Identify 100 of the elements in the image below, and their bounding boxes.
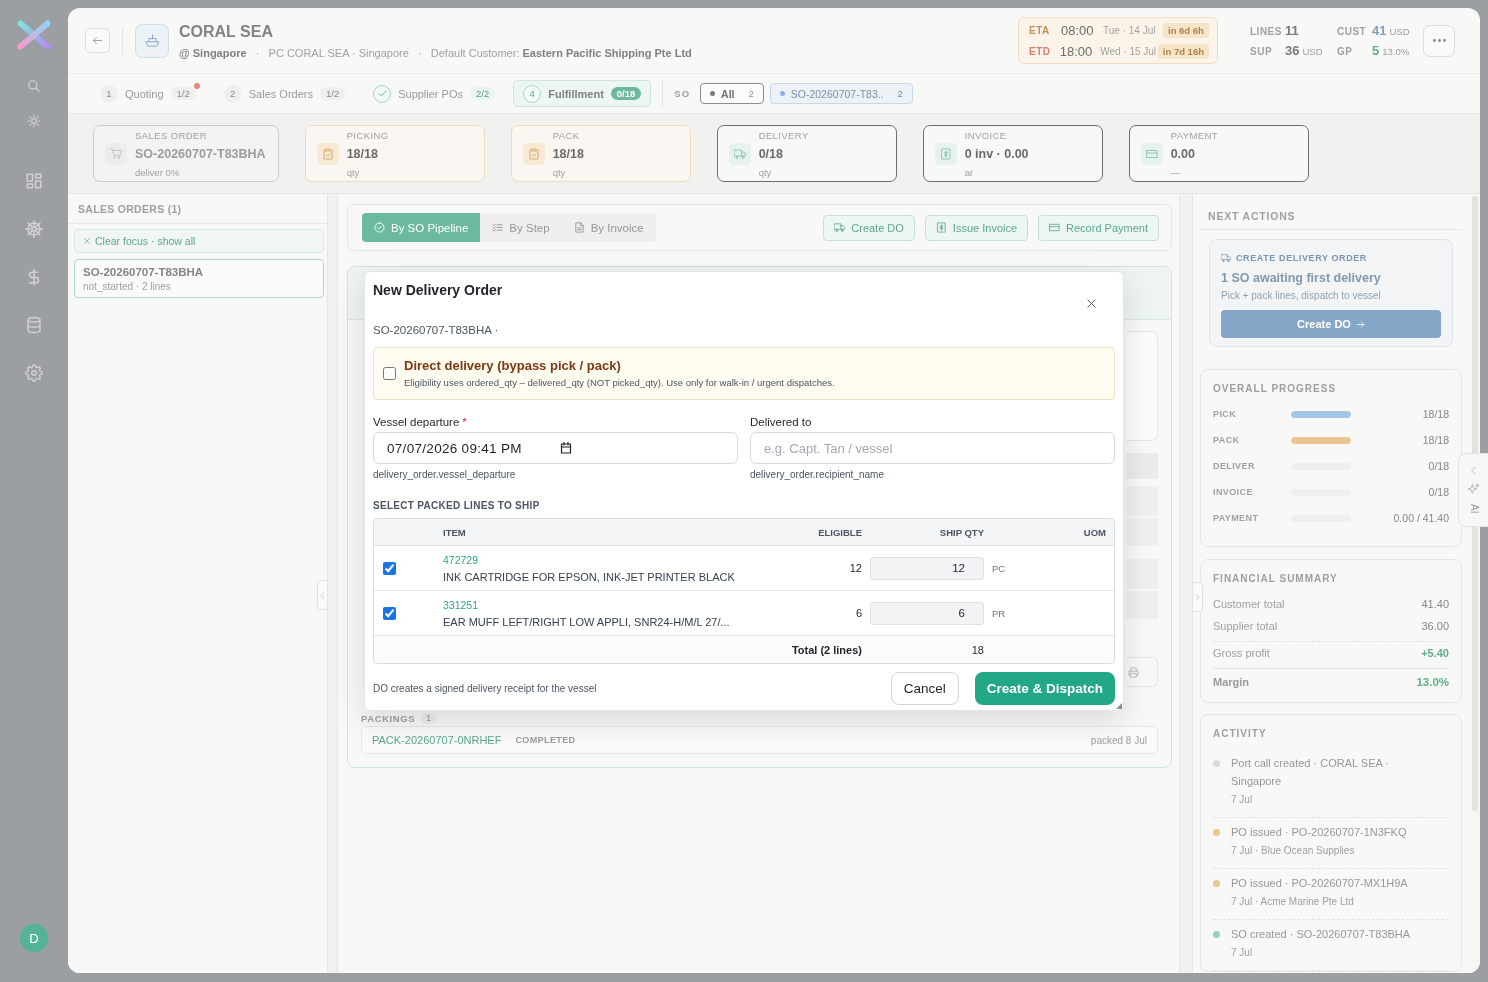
stage-label: INVOICE bbox=[964, 130, 1008, 142]
row-checkbox[interactable] bbox=[383, 561, 396, 575]
ship-qty-field[interactable]: 6 bbox=[870, 601, 984, 625]
filter-chip[interactable]: All 2 bbox=[700, 83, 764, 104]
user-avatar[interactable]: D bbox=[20, 924, 48, 952]
total-value: 18 bbox=[971, 643, 984, 656]
field-label: Vessel departure * bbox=[373, 416, 468, 429]
stat-value: 5 bbox=[1372, 43, 1380, 58]
stage-value: 0/18 bbox=[758, 146, 784, 162]
stat-label: SUP bbox=[1250, 46, 1274, 57]
column-title: SALES ORDERS (1) bbox=[68, 194, 327, 224]
field-hint: delivery_order.vessel_departure bbox=[373, 469, 517, 481]
action-headline: 1 SO awaiting first delivery bbox=[1221, 270, 1382, 286]
date-time-field[interactable]: 07/07/2026 09:41 PM bbox=[373, 432, 738, 464]
ship-icon bbox=[135, 23, 169, 58]
truck-icon bbox=[728, 142, 751, 165]
view-tab[interactable]: By Invoice bbox=[561, 213, 656, 242]
sales-order-item[interactable]: SO-20260707-T83BHA not_started · 2 lines bbox=[74, 259, 324, 298]
dashboard-icon[interactable] bbox=[25, 172, 43, 190]
packing-row[interactable]: PACK-20260707-0NRHEF COMPLETED packed 8 Jul bbox=[361, 726, 1158, 754]
progress-reading: 0.00 / 41.40 bbox=[1393, 512, 1449, 524]
activity-text: Port call created · CORAL SEA · Singapore bbox=[1231, 756, 1390, 789]
unit-text: PC bbox=[992, 562, 1006, 574]
database-icon[interactable] bbox=[25, 316, 43, 334]
summary-value: 41.40 bbox=[1421, 598, 1449, 610]
stage-caption: qty bbox=[552, 167, 567, 179]
activity-text: PO issued · PO-20260707-MX1H9A bbox=[1231, 876, 1408, 891]
summary-value: 36.00 bbox=[1421, 620, 1449, 632]
resize-grip-icon[interactable] bbox=[1116, 703, 1122, 709]
column-title: NEXT ACTIONS bbox=[1200, 194, 1462, 230]
step-tab[interactable]: 2 Sales Orders 1/2 bbox=[213, 80, 356, 107]
stage-label: PACK bbox=[552, 130, 581, 142]
action-note: Pick + pack lines, dispatch to vessel bbox=[1221, 289, 1382, 302]
dialog-title: New Delivery Order bbox=[373, 281, 503, 299]
search-icon[interactable] bbox=[27, 79, 41, 93]
packing-number[interactable]: PACK-20260707-0NRHEF bbox=[372, 734, 502, 746]
close-icon[interactable] bbox=[83, 237, 91, 245]
logo-icon[interactable] bbox=[17, 20, 51, 50]
stage-label: PICKING bbox=[346, 130, 389, 142]
progress-reading: 18/18 bbox=[1422, 408, 1449, 420]
stat-unit: USD bbox=[1302, 46, 1323, 57]
packing-status: COMPLETED bbox=[515, 735, 576, 745]
step-number: 2 bbox=[223, 84, 242, 103]
count-badge: 1/2 bbox=[170, 87, 196, 100]
stage-card[interactable]: DELIVERY 0/18 qty bbox=[716, 125, 897, 182]
view-tab[interactable]: By Step bbox=[480, 213, 562, 242]
close-icon bbox=[1085, 297, 1097, 309]
card-title: FINANCIAL SUMMARY bbox=[1213, 572, 1339, 585]
stage-card[interactable]: PICKING 18/18 qty bbox=[304, 125, 485, 182]
checklist-icon bbox=[492, 222, 504, 233]
credit-card-icon bbox=[1140, 142, 1163, 165]
ship-qty-field[interactable]: 12 bbox=[870, 556, 984, 580]
create-dispatch-button[interactable]: Create & Dispatch bbox=[974, 672, 1115, 705]
card-title: ACTIVITY bbox=[1213, 727, 1268, 740]
calendar-icon[interactable] bbox=[560, 442, 572, 454]
stage-card[interactable]: PAYMENT 0.00 — bbox=[1128, 125, 1309, 182]
recipient-field[interactable]: e.g. Capt. Tan / vessel bbox=[750, 432, 1115, 464]
arrow-left-icon[interactable] bbox=[92, 35, 103, 46]
step-tab[interactable]: 4 Fulfillment 0/18 bbox=[513, 80, 652, 107]
collapse-handle[interactable] bbox=[1192, 582, 1203, 612]
progress-track bbox=[1291, 410, 1351, 418]
ship-wheel-icon[interactable] bbox=[25, 220, 43, 238]
count-badge: 1/2 bbox=[319, 87, 346, 100]
printer-icon[interactable] bbox=[1128, 666, 1139, 678]
clear-focus-button[interactable]: Clear focus · show all bbox=[74, 229, 324, 253]
schedule-label: ETA bbox=[1029, 24, 1051, 36]
direct-delivery-checkbox[interactable] bbox=[383, 367, 396, 380]
more-button[interactable] bbox=[1423, 24, 1455, 57]
item-name: INK CARTRIDGE FOR EPSON, INK-JET PRINTER BLACK bbox=[443, 569, 735, 584]
create-do-button[interactable]: Create DO bbox=[1221, 310, 1441, 338]
view-tab[interactable]: By SO Pipeline bbox=[362, 213, 481, 242]
stage-card[interactable]: PACK 18/18 qty bbox=[510, 125, 691, 182]
back-button[interactable] bbox=[85, 28, 110, 53]
settings-icon[interactable] bbox=[25, 364, 43, 382]
assistant-tab[interactable]: AI bbox=[1458, 453, 1488, 527]
step-tab[interactable]: Supplier POs 2/2 bbox=[363, 80, 506, 107]
summary-label: Customer total bbox=[1213, 598, 1285, 610]
row-checkbox[interactable] bbox=[383, 606, 396, 620]
stage-caption: qty bbox=[346, 167, 361, 179]
summary-label: Margin bbox=[1213, 676, 1250, 688]
eligible-qty: 6 bbox=[855, 607, 862, 619]
stage-value: 18/18 bbox=[346, 146, 379, 162]
step-tab[interactable]: 1 Quoting 1/2 bbox=[90, 80, 206, 107]
cancel-button[interactable]: Cancel bbox=[890, 672, 959, 705]
summary-value: +5.40 bbox=[1421, 647, 1449, 659]
item-name: EAR MUFF LEFT/RIGHT LOW APPLI, SNR24-H/M/L 27/... bbox=[443, 614, 730, 629]
stage-label: DELIVERY bbox=[758, 130, 809, 142]
action-button[interactable]: Create DO bbox=[823, 214, 915, 241]
sun-icon[interactable] bbox=[27, 114, 41, 128]
more-icon[interactable] bbox=[1432, 39, 1446, 42]
action-button[interactable]: Record Payment bbox=[1038, 214, 1159, 241]
scrollbar-thumb[interactable] bbox=[1472, 196, 1478, 811]
action-button[interactable]: Issue Invoice bbox=[924, 214, 1029, 241]
clipboard-check-icon bbox=[522, 142, 545, 165]
collapse-handle[interactable] bbox=[317, 580, 328, 610]
print-button[interactable] bbox=[1126, 657, 1158, 687]
activity-text: SO created · SO-20260707-T83BHA bbox=[1231, 927, 1411, 942]
stage-card[interactable]: INVOICE 0 inv · 0.00 ar bbox=[922, 125, 1103, 182]
chevron-left-icon bbox=[319, 591, 326, 599]
filter-chip[interactable]: SO-20260707-T83.. 2 bbox=[769, 83, 913, 104]
